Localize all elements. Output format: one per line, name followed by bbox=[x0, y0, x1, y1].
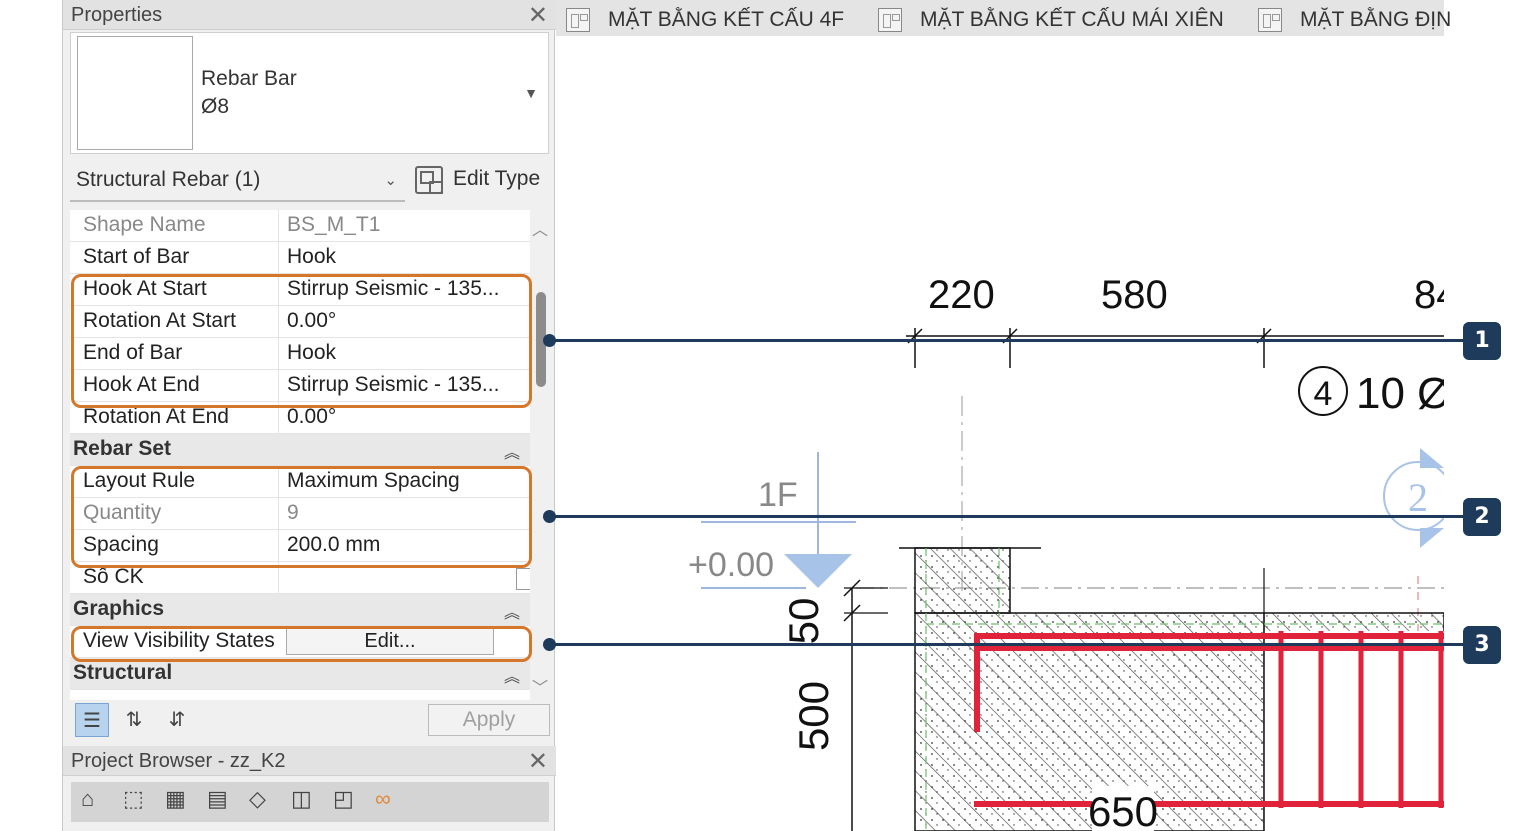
property-row[interactable]: Shape Name BS_M_T1 bbox=[70, 210, 530, 242]
tab-label: MẶT BẰNG KẾT CẤU 4F bbox=[608, 8, 845, 31]
level-marker bbox=[784, 554, 852, 588]
dim-84: 84 bbox=[1414, 273, 1444, 317]
floor-plan-icon bbox=[1258, 8, 1282, 32]
level-name: 1F bbox=[758, 476, 798, 514]
close-icon[interactable]: ✕ bbox=[528, 1, 548, 30]
properties-toolbar: ☰ ⇅ ⇵ Apply bbox=[70, 700, 550, 742]
dim-650: 650 bbox=[1088, 788, 1158, 831]
callout-badge-2: 2 bbox=[1463, 498, 1501, 536]
collapse-icon[interactable]: ︽ bbox=[504, 663, 520, 687]
property-value[interactable]: 0.00° bbox=[287, 405, 336, 429]
drawing-canvas[interactable]: 220 580 84 4 10 Ø 2 1F +0.00 50 500 650 bbox=[556, 36, 1444, 831]
callout-leader-3 bbox=[548, 643, 1463, 646]
property-key: Shape Name bbox=[83, 213, 206, 236]
properties-titlebar: Properties ✕ bbox=[63, 0, 556, 30]
filter-label: Structural Rebar (1) bbox=[76, 168, 261, 191]
groups-icon[interactable]: ◰ bbox=[333, 786, 354, 812]
callout-badge-3: 3 bbox=[1463, 626, 1501, 664]
rebar-tag-number: 4 bbox=[1314, 375, 1333, 413]
dim-580: 580 bbox=[1101, 273, 1168, 317]
properties-title: Properties bbox=[71, 4, 163, 26]
collapse-icon[interactable]: ︽ bbox=[504, 599, 520, 623]
type-preview-image bbox=[77, 36, 193, 150]
checkbox[interactable] bbox=[516, 568, 530, 590]
type-size: Ø8 bbox=[201, 95, 230, 118]
legends-icon[interactable]: ▦ bbox=[165, 786, 186, 812]
tab-label: MẶT BẰNG KẾT CẤU MÁI XIÊN bbox=[920, 8, 1224, 31]
views-icon[interactable]: ⬚ bbox=[123, 786, 144, 812]
section-title: Structural bbox=[73, 661, 173, 684]
callout-leader-1 bbox=[548, 339, 1463, 342]
section-mark-number: 2 bbox=[1408, 475, 1428, 520]
floor-plan-icon bbox=[878, 8, 902, 32]
apply-button[interactable]: Apply bbox=[428, 704, 550, 736]
sheets-icon[interactable]: ◇ bbox=[249, 786, 266, 812]
sort-descending-icon[interactable]: ⇵ bbox=[160, 703, 194, 737]
home-icon[interactable]: ⌂ bbox=[81, 786, 94, 812]
view-tabs: MẶT BẰNG KẾT CẤU 4F MẶT BẰNG KẾT CẤU MÁI… bbox=[556, 0, 1451, 36]
level-value: +0.00 bbox=[688, 546, 774, 584]
scroll-up-icon[interactable]: ︿ bbox=[532, 216, 548, 240]
properties-scrollbar[interactable]: ︿ ﹀ bbox=[530, 210, 550, 700]
highlight-rebar-set bbox=[71, 466, 532, 568]
tab-label: MẶT BẰNG ĐỊN bbox=[1300, 8, 1452, 31]
section-drawing: 220 580 84 4 10 Ø 2 1F +0.00 50 500 650 bbox=[688, 273, 1444, 831]
edit-type-label: Edit Type bbox=[453, 167, 541, 190]
instance-filter-dropdown[interactable]: Structural Rebar (1) ⌄ bbox=[70, 162, 405, 202]
highlight-visibility bbox=[71, 626, 532, 662]
close-icon[interactable]: ✕ bbox=[528, 747, 548, 776]
schedules-icon[interactable]: ▤ bbox=[207, 786, 228, 812]
collapse-icon[interactable]: ︽ bbox=[504, 439, 520, 463]
callout-dot-2 bbox=[543, 510, 556, 523]
section-title: Rebar Set bbox=[73, 437, 172, 460]
type-selector[interactable]: Rebar Bar Ø8 ▼ bbox=[70, 32, 549, 154]
property-value[interactable]: Hook bbox=[287, 245, 336, 269]
property-value: BS_M_T1 bbox=[287, 213, 381, 236]
callout-dot-1 bbox=[543, 334, 556, 347]
floor-plan-icon bbox=[566, 8, 590, 32]
edit-type-icon bbox=[415, 166, 443, 194]
callout-dot-3 bbox=[543, 638, 556, 651]
properties-panel: Properties ✕ Rebar Bar Ø8 ▼ Structural R… bbox=[62, 0, 556, 831]
section-title: Graphics bbox=[73, 597, 165, 620]
families-icon[interactable]: ◫ bbox=[291, 786, 312, 812]
categorize-icon[interactable]: ☰ bbox=[75, 703, 109, 737]
links-icon[interactable]: ∞ bbox=[375, 786, 391, 812]
rebar-tag-text: 10 Ø bbox=[1356, 369, 1444, 418]
property-key: Start of Bar bbox=[83, 245, 190, 268]
dim-220: 220 bbox=[928, 273, 995, 317]
property-key: Rotation At End bbox=[83, 405, 229, 428]
callout-badge-1: 1 bbox=[1463, 322, 1501, 360]
highlight-hook-settings bbox=[71, 274, 532, 408]
callout-leader-2 bbox=[548, 515, 1463, 518]
sort-ascending-icon[interactable]: ⇅ bbox=[117, 703, 151, 737]
scroll-down-icon[interactable]: ﹀ bbox=[532, 674, 548, 698]
dim-50: 50 bbox=[780, 598, 827, 645]
section-header-rebar-set[interactable]: Rebar Set ︽ bbox=[70, 434, 530, 466]
project-browser-toolbar: ⌂ ⬚ ▦ ▤ ◇ ◫ ◰ ∞ bbox=[71, 782, 549, 822]
dim-500: 500 bbox=[790, 681, 837, 751]
chevron-down-icon: ⌄ bbox=[384, 172, 397, 189]
section-header-graphics[interactable]: Graphics ︽ bbox=[70, 594, 530, 626]
section-header-structural[interactable]: Structural ︽ bbox=[70, 658, 530, 690]
property-key: Số CK bbox=[83, 565, 144, 588]
project-browser-titlebar: Project Browser - zz_K2 ✕ bbox=[63, 746, 556, 776]
project-browser-title: Project Browser - zz_K2 bbox=[71, 750, 286, 772]
property-row[interactable]: Start of Bar Hook bbox=[70, 242, 530, 274]
type-name: Rebar Bar bbox=[201, 67, 297, 90]
chevron-down-icon[interactable]: ▼ bbox=[524, 85, 538, 101]
